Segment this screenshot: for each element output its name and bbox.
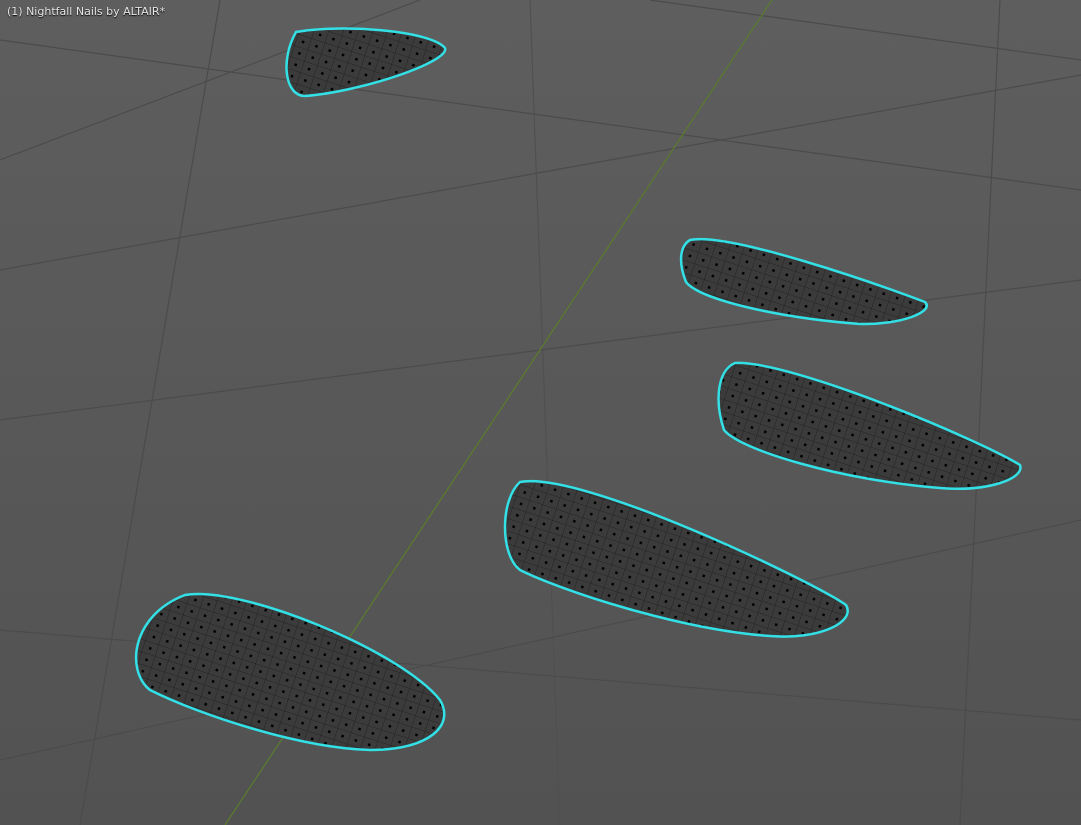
viewport-background	[0, 0, 1081, 825]
viewport-title: (1) Nightfall Nails by ALTAIR*	[7, 5, 166, 18]
3d-viewport[interactable]: (1) Nightfall Nails by ALTAIR*	[0, 0, 1081, 825]
